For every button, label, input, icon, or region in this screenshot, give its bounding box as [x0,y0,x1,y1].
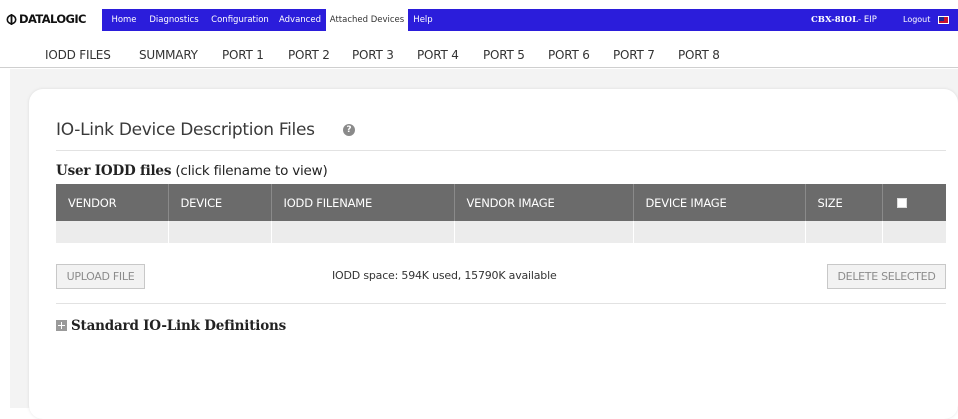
table-cell [882,221,946,243]
datalogic-logo-icon [6,13,17,25]
tab-port-1[interactable]: PORT 1 [222,48,264,62]
column-header-device-image[interactable]: DEVICE IMAGE [633,184,806,221]
logout-link[interactable]: Logout [903,9,930,31]
user-iodd-files-label: User IODD files (click filename to view) [56,163,328,179]
tab-port-4[interactable]: PORT 4 [417,48,459,62]
tab-port-3[interactable]: PORT 3 [352,48,394,62]
table-cell [454,221,634,243]
iodd-files-table: VENDOR DEVICE IODD FILENAME VENDOR IMAGE… [56,184,946,243]
table-cell [56,221,169,243]
nav-diagnostics[interactable]: Diagnostics [144,9,204,31]
nav-attached-devices[interactable]: Attached Devices [326,9,408,31]
column-header-device[interactable]: DEVICE [168,184,272,221]
upload-file-button[interactable]: UPLOAD FILE [56,264,145,289]
logo-text: DATALOGIC [19,12,86,26]
table-cell [633,221,806,243]
delete-selected-button[interactable]: DELETE SELECTED [827,264,946,289]
main-nav: Home Diagnostics Configuration Advanced … [102,9,958,31]
datalogic-logo[interactable]: DATALOGIC [6,10,86,28]
table-cell [271,221,455,243]
tab-iodd-files[interactable]: IODD FILES [45,48,111,62]
column-header-vendor-image[interactable]: VENDOR IMAGE [454,184,634,221]
expand-plus-icon[interactable] [56,320,67,331]
table-cell [168,221,272,243]
section-divider [56,303,946,304]
tab-port-6[interactable]: PORT 6 [548,48,590,62]
device-suffix: - EIP [858,15,877,25]
table-header-row: VENDOR DEVICE IODD FILENAME VENDOR IMAGE… [56,184,946,221]
device-identifier: CBX-8IOL- EIP [811,9,877,31]
standard-definitions-toggle[interactable]: Standard IO-Link Definitions [56,318,286,334]
tab-port-7[interactable]: PORT 7 [613,48,655,62]
user-files-hint: (click filename to view) [175,163,328,179]
table-row [56,221,946,243]
tab-port-8[interactable]: PORT 8 [678,48,720,62]
nav-help[interactable]: Help [410,9,436,31]
top-bar: DATALOGIC Home Diagnostics Configuration… [0,0,958,37]
page-title: IO-Link Device Description Files [56,120,315,140]
table-cell [805,221,883,243]
title-divider [56,150,946,151]
standard-definitions-label: Standard IO-Link Definitions [71,318,287,334]
nav-configuration[interactable]: Configuration [206,9,274,31]
tab-port-5[interactable]: PORT 5 [483,48,525,62]
flag-icon[interactable] [938,16,949,24]
sub-tabs: IODD FILES SUMMARY PORT 1 PORT 2 PORT 3 … [0,44,958,68]
nav-advanced[interactable]: Advanced [276,9,324,31]
nav-home[interactable]: Home [106,9,142,31]
help-icon[interactable]: ? [343,124,355,136]
tab-summary[interactable]: SUMMARY [139,48,198,62]
column-header-select [882,184,946,221]
user-files-title: User IODD files [56,163,172,179]
tab-port-2[interactable]: PORT 2 [288,48,330,62]
device-model: CBX-8IOL [811,15,859,25]
iodd-space-info: IODD space: 594K used, 15790K available [332,269,557,282]
column-header-size[interactable]: SIZE [805,184,883,221]
column-header-vendor[interactable]: VENDOR [56,184,169,221]
checkbox-icon[interactable] [896,198,907,208]
column-header-iodd-filename[interactable]: IODD FILENAME [271,184,455,221]
